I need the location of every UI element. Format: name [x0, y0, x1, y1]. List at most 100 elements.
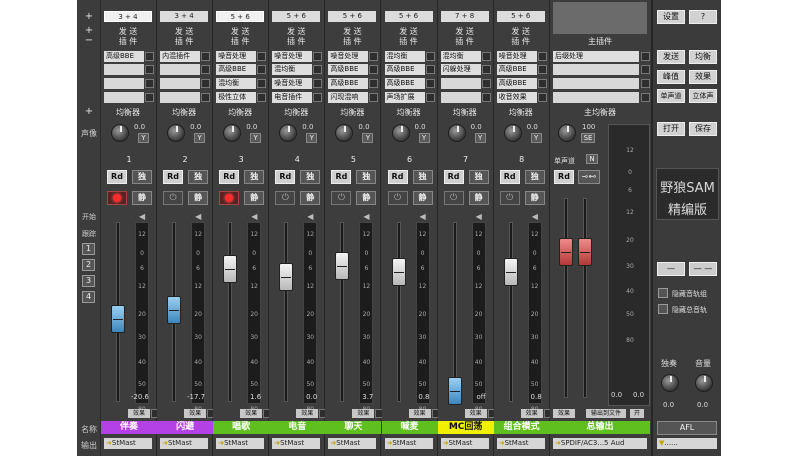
channel-output-select[interactable]: ➜StMast [272, 438, 321, 449]
eq-button[interactable]: 均衡器 [102, 107, 154, 118]
solo-knob[interactable] [661, 374, 679, 392]
fader-track[interactable] [340, 222, 345, 402]
insert-slot-3[interactable]: 噪音处理 [272, 78, 313, 89]
master-insert-1[interactable]: 后缀处理 [553, 51, 639, 62]
master-open-button[interactable]: 开 [630, 409, 644, 418]
master-link-button[interactable]: ⊸⊷ [578, 170, 600, 184]
channel-input-select[interactable]: 3 + 4 [104, 11, 152, 22]
volume-fader[interactable] [111, 304, 125, 333]
pan-y-button[interactable]: Y [138, 133, 149, 143]
collapse-insert-button[interactable]: − [78, 35, 100, 46]
insert-slot-3-toggle[interactable] [537, 79, 547, 88]
master-insert-2[interactable] [553, 64, 639, 75]
eq-button[interactable]: 均衡器 [158, 107, 210, 118]
insert-slot-2[interactable]: 闪躲处理 [440, 64, 481, 75]
insert-slot-4-toggle[interactable] [369, 93, 379, 102]
channel-name-label[interactable]: 喊麦 [381, 421, 438, 434]
mute-button[interactable]: 静 [524, 191, 545, 205]
hide-master-checkbox[interactable] [658, 304, 668, 314]
power-button[interactable]: ⏻ [499, 191, 520, 205]
channel-output-select[interactable]: ➜StMast [216, 438, 265, 449]
pan-y-button[interactable]: Y [418, 133, 430, 143]
collapse-button[interactable]: — [657, 262, 685, 276]
power-button[interactable]: ⏻ [443, 191, 464, 205]
insert-slot-2[interactable]: 高级BBE [328, 64, 369, 75]
volume-fader[interactable] [279, 263, 294, 292]
channel-name-label[interactable]: 伴奏 [101, 421, 157, 434]
insert-slot-1[interactable]: 噪音处理 [496, 51, 537, 62]
insert-slot-1-toggle[interactable] [537, 52, 547, 61]
insert-slot-3[interactable]: 高级BBE [496, 78, 537, 89]
insert-slot-1-toggle[interactable] [201, 52, 211, 61]
effect-button[interactable]: 效果 [184, 409, 207, 418]
pan-knob[interactable] [391, 124, 410, 142]
eq-button[interactable]: 均衡器 [439, 107, 491, 118]
insert-slot-1[interactable]: 噪音处理 [272, 51, 313, 62]
master-se-button[interactable]: SE [581, 133, 595, 143]
pan-knob[interactable] [167, 124, 186, 142]
volume-fader[interactable] [167, 296, 182, 325]
insert-slot-2[interactable]: 高级BBE [384, 64, 425, 75]
insert-slot-2[interactable]: 高级BBE [216, 64, 257, 75]
settings-button[interactable]: 设置 [657, 10, 685, 24]
pan-y-button[interactable]: Y [530, 133, 542, 143]
channel-input-select[interactable]: 7 + 8 [440, 11, 489, 22]
insert-slot-1-toggle[interactable] [313, 52, 323, 61]
insert-slot-4[interactable] [104, 92, 144, 103]
insert-slot-3-toggle[interactable] [481, 79, 491, 88]
insert-slot-3-toggle[interactable] [369, 79, 379, 88]
master-insert-2-toggle[interactable] [641, 65, 650, 74]
fader-track[interactable] [508, 222, 513, 402]
insert-slot-4[interactable]: 极性立体 [216, 92, 257, 103]
insert-slot-2-toggle[interactable] [425, 65, 435, 74]
insert-slot-2-toggle[interactable] [481, 65, 491, 74]
insert-slot-3[interactable] [440, 78, 481, 89]
insert-slot-2-toggle[interactable] [201, 65, 211, 74]
solo-button[interactable]: 独 [524, 170, 545, 184]
master-right-track[interactable] [583, 198, 587, 398]
record-arm-button[interactable] [107, 191, 127, 205]
solo-button[interactable]: 独 [132, 170, 152, 184]
solo-button[interactable]: 独 [468, 170, 489, 184]
insert-slot-3-toggle[interactable] [201, 79, 211, 88]
insert-slot-3-toggle[interactable] [145, 79, 154, 88]
group-4-button[interactable]: 4 [82, 291, 95, 303]
volume-fader[interactable] [223, 255, 238, 283]
insert-slot-3[interactable]: 混均衡 [216, 78, 257, 89]
insert-slot-3-toggle[interactable] [313, 79, 323, 88]
rd-button[interactable]: Rd [275, 170, 296, 184]
mute-button[interactable]: 静 [244, 191, 265, 205]
insert-slot-1-toggle[interactable] [369, 52, 379, 61]
insert-slot-1-toggle[interactable] [481, 52, 491, 61]
mute-button[interactable]: 静 [132, 191, 152, 205]
master-eq-button[interactable]: 主均衡器 [550, 107, 650, 118]
insert-slot-1-toggle[interactable] [257, 52, 267, 61]
collapse-all-button[interactable]: — — [689, 262, 717, 276]
insert-slot-4[interactable]: 声场扩展 [384, 92, 425, 103]
insert-slot-4-toggle[interactable] [425, 93, 435, 102]
insert-slot-4[interactable]: 电音插件 [272, 92, 313, 103]
power-button[interactable]: ⏻ [275, 191, 296, 205]
master-insert-1-toggle[interactable] [641, 52, 650, 61]
insert-slot-4-toggle[interactable] [145, 93, 154, 102]
insert-slot-4-toggle[interactable] [537, 93, 547, 102]
open-button[interactable]: 打开 [657, 122, 685, 136]
hide-track-group-checkbox[interactable] [658, 288, 668, 298]
channel-output-select[interactable]: ➜StMast [328, 438, 377, 449]
master-pan-knob[interactable] [558, 124, 576, 142]
channel-name-label[interactable]: 聊天 [325, 421, 382, 434]
insert-slot-3-toggle[interactable] [257, 79, 267, 88]
insert-slot-1[interactable]: 内混插件 [160, 51, 201, 62]
add-input-button[interactable]: + [78, 11, 100, 22]
effect-button[interactable]: 效果 [128, 409, 150, 418]
mute-button[interactable]: 静 [300, 191, 321, 205]
insert-slot-2[interactable] [160, 64, 201, 75]
channel-input-select[interactable]: 5 + 6 [384, 11, 433, 22]
insert-slot-4[interactable]: 闪现混响 [328, 92, 369, 103]
add-eq-button[interactable]: + [78, 106, 100, 117]
group-2-button[interactable]: 2 [82, 259, 95, 271]
insert-slot-4-toggle[interactable] [481, 93, 491, 102]
master-insert-4-toggle[interactable] [641, 93, 650, 102]
master-right-fader[interactable] [578, 237, 592, 266]
mute-button[interactable]: 静 [188, 191, 209, 205]
